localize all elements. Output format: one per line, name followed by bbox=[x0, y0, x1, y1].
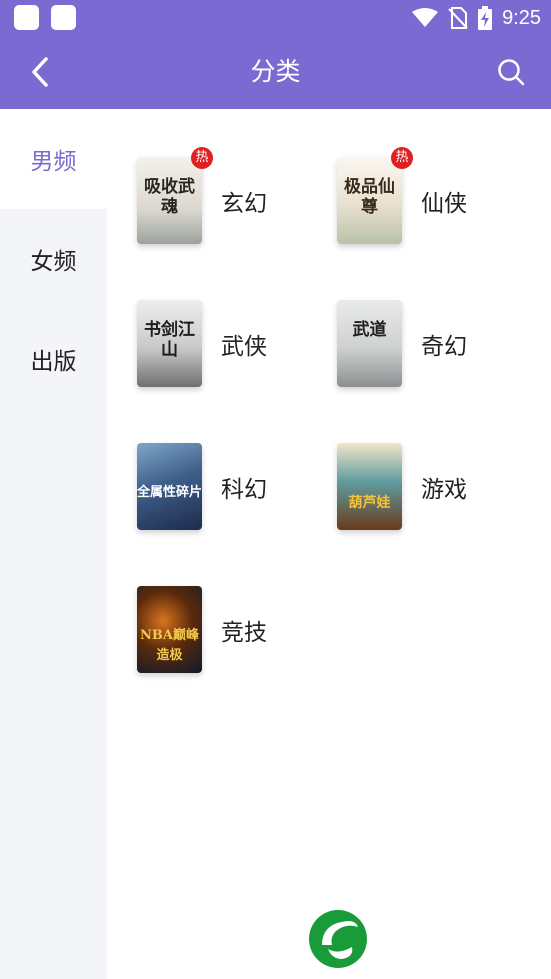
notification-icon bbox=[51, 5, 76, 30]
category-label: 奇幻 bbox=[421, 334, 467, 360]
page-title: 分类 bbox=[250, 57, 301, 86]
book-cover: 全属性碎片 bbox=[137, 443, 202, 530]
hot-badge: 热 bbox=[391, 147, 413, 169]
app-bar: 9:25 分类 bbox=[0, 0, 551, 109]
cover-title: 葫芦娃 bbox=[348, 495, 391, 511]
book-cover: 极品仙尊 bbox=[337, 157, 402, 244]
book-cover: 武道 bbox=[337, 300, 402, 387]
status-time: 9:25 bbox=[502, 6, 541, 29]
category-item-xuanhuan[interactable]: 吸收武魂 热 玄幻 bbox=[137, 147, 337, 247]
cover-title: 书剑江山 bbox=[144, 320, 195, 360]
category-label: 玄幻 bbox=[221, 191, 267, 217]
category-item-jingji[interactable]: NBA巅峰造极 竞技 bbox=[137, 586, 337, 676]
cover-title: 极品仙尊 bbox=[344, 177, 395, 217]
book-cover: NBA巅峰造极 bbox=[137, 586, 202, 673]
sidebar-item-publish[interactable]: 出版 bbox=[0, 309, 107, 409]
sidebar-item-male[interactable]: 男频 bbox=[0, 109, 107, 209]
category-grid: 吸收武魂 热 玄幻 极品仙尊 热 仙侠 书剑江山 武侠 武道 奇幻 全属性碎片 … bbox=[107, 109, 551, 979]
app-logo bbox=[308, 909, 368, 969]
category-item-wuxia[interactable]: 书剑江山 武侠 bbox=[137, 300, 337, 390]
category-item-kehuan[interactable]: 全属性碎片 科幻 bbox=[137, 443, 337, 533]
hot-badge: 热 bbox=[191, 147, 213, 169]
book-cover: 书剑江山 bbox=[137, 300, 202, 387]
category-label: 竞技 bbox=[221, 620, 267, 646]
cover-title: 武道 bbox=[352, 320, 387, 340]
category-label: 武侠 bbox=[221, 334, 267, 360]
sidebar-item-label: 女频 bbox=[30, 249, 77, 275]
category-item-qihuan[interactable]: 武道 奇幻 bbox=[337, 300, 537, 390]
category-sidebar: 男频 女频 出版 bbox=[0, 109, 107, 979]
cover-title: 全属性碎片 bbox=[137, 485, 202, 500]
leaf-logo-icon bbox=[309, 910, 367, 968]
search-icon bbox=[498, 59, 525, 86]
book-cover: 葫芦娃 bbox=[337, 443, 402, 530]
cover-title: NBA巅峰造极 bbox=[140, 628, 199, 663]
category-item-youxi[interactable]: 葫芦娃 游戏 bbox=[337, 443, 537, 533]
status-bar: 9:25 bbox=[0, 0, 551, 36]
category-label: 游戏 bbox=[421, 477, 467, 503]
wifi-icon bbox=[412, 8, 439, 27]
search-button[interactable] bbox=[495, 56, 527, 88]
category-label: 仙侠 bbox=[421, 191, 467, 217]
book-cover: 吸收武魂 bbox=[137, 157, 202, 244]
cover-title: 吸收武魂 bbox=[144, 177, 195, 217]
sidebar-item-female[interactable]: 女频 bbox=[0, 209, 107, 309]
category-label: 科幻 bbox=[221, 477, 267, 503]
sidebar-item-label: 男频 bbox=[30, 149, 77, 175]
notification-icon bbox=[14, 5, 39, 30]
no-sim-icon bbox=[448, 7, 468, 29]
sidebar-item-label: 出版 bbox=[30, 349, 77, 375]
battery-charging-icon bbox=[478, 6, 493, 30]
category-item-xianxia[interactable]: 极品仙尊 热 仙侠 bbox=[337, 147, 537, 247]
